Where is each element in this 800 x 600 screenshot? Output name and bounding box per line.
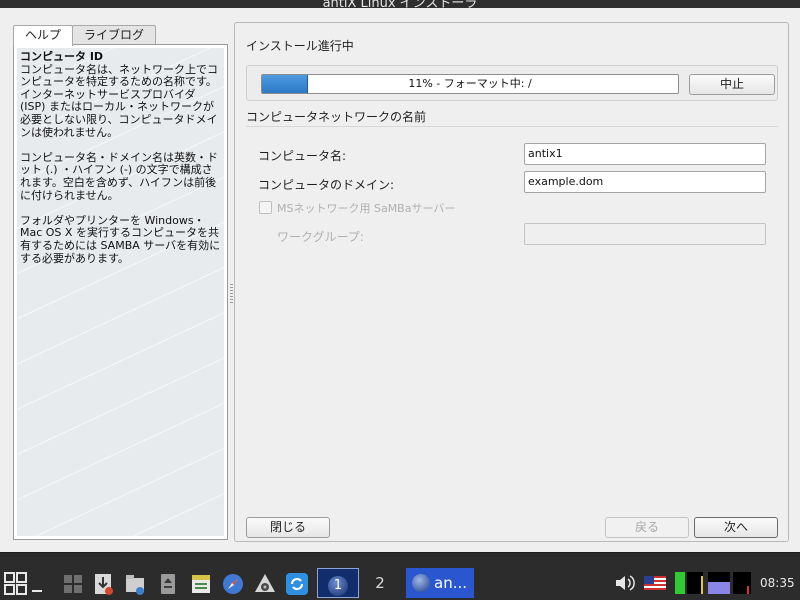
system-monitor-icon: [673, 570, 753, 596]
network-section-title: コンピュータネットワークの名前: [246, 110, 427, 124]
help-text-area: コンピュータ ID コンピュータ名は、ネットワーク上でコンピュータを特定するため…: [17, 48, 224, 536]
help-heading: コンピュータ ID: [20, 50, 104, 63]
workgroup-field[interactable]: [524, 223, 766, 245]
workspace-1-label: 1: [328, 576, 348, 596]
window-title: antiX Linux インストーラ: [322, 0, 478, 8]
computer-name-label: コンピュータ名:: [258, 149, 347, 163]
show-desktop-icon[interactable]: [63, 574, 83, 594]
tab-help[interactable]: ヘルプ: [13, 25, 74, 46]
section-divider: [246, 126, 778, 127]
task-label: an...: [434, 574, 468, 592]
workspace-2-button[interactable]: 2: [359, 568, 401, 598]
sync-icon[interactable]: [285, 572, 309, 596]
back-button[interactable]: 戻る: [605, 517, 689, 538]
clock[interactable]: 08:35: [760, 576, 795, 590]
progress-section-title: インストール進行中: [246, 39, 354, 53]
keyboard-layout-flag-icon[interactable]: [643, 570, 667, 596]
close-button[interactable]: 閉じる: [246, 517, 330, 538]
minimize-all-icon[interactable]: [32, 590, 42, 592]
progress-frame: 11% - フォーマット中: / 中止: [246, 65, 778, 101]
drive-icon[interactable]: [158, 573, 178, 595]
domain-field[interactable]: example.dom: [524, 171, 766, 193]
task-installer[interactable]: an...: [406, 568, 474, 598]
window-titlebar[interactable]: antiX Linux インストーラ: [0, 0, 800, 8]
control-centre-icon[interactable]: [190, 573, 212, 595]
volume-icon[interactable]: [613, 570, 635, 596]
install-progress-bar: 11% - フォーマット中: /: [261, 74, 679, 94]
progress-text: 11% - フォーマット中: /: [408, 77, 532, 90]
samba-checkbox[interactable]: [259, 201, 272, 214]
main-pane: インストール進行中 11% - フォーマット中: / 中止 コンピュータネットワ…: [234, 22, 789, 542]
web-browser-icon[interactable]: [222, 573, 244, 595]
next-button[interactable]: 次へ: [694, 517, 778, 538]
workgroup-label: ワークグループ:: [277, 230, 364, 244]
samba-label: MSネットワーク用 SaMBaサーバー: [277, 202, 456, 215]
help-paragraph: フォルダやプリンターを Windows・Mac OS X を実行するコンピュータ…: [20, 213, 221, 265]
file-manager-icon[interactable]: [124, 572, 146, 596]
help-panel: コンピュータ ID コンピュータ名は、ネットワーク上でコンピュータを特定するため…: [13, 44, 228, 540]
computer-name-field[interactable]: antix1: [524, 143, 766, 165]
help-paragraph: コンピュータ名は、ネットワーク上でコンピュータを特定するための名称です。インター…: [20, 62, 218, 139]
tab-live-log[interactable]: ライブログ: [72, 25, 157, 45]
disk-utility-icon[interactable]: [253, 572, 277, 596]
help-paragraph: コンピュータ名・ドメイン名は英数・ドット (.) ・ハイフン (-) の文字で構…: [20, 150, 218, 202]
domain-label: コンピュータのドメイン:: [258, 178, 395, 192]
installer-download-icon[interactable]: [93, 572, 115, 596]
installer-window: ヘルプ ライブログ コンピュータ ID コンピュータ名は、ネットワーク上でコンピ…: [0, 8, 800, 552]
installer-task-icon: [412, 574, 430, 592]
pane-splitter-handle[interactable]: [230, 284, 233, 304]
left-tabs: ヘルプ ライブログ: [13, 25, 157, 46]
abort-button[interactable]: 中止: [689, 74, 775, 95]
app-menu-icon[interactable]: [3, 571, 31, 597]
workspace-1-button[interactable]: 1: [317, 568, 359, 598]
